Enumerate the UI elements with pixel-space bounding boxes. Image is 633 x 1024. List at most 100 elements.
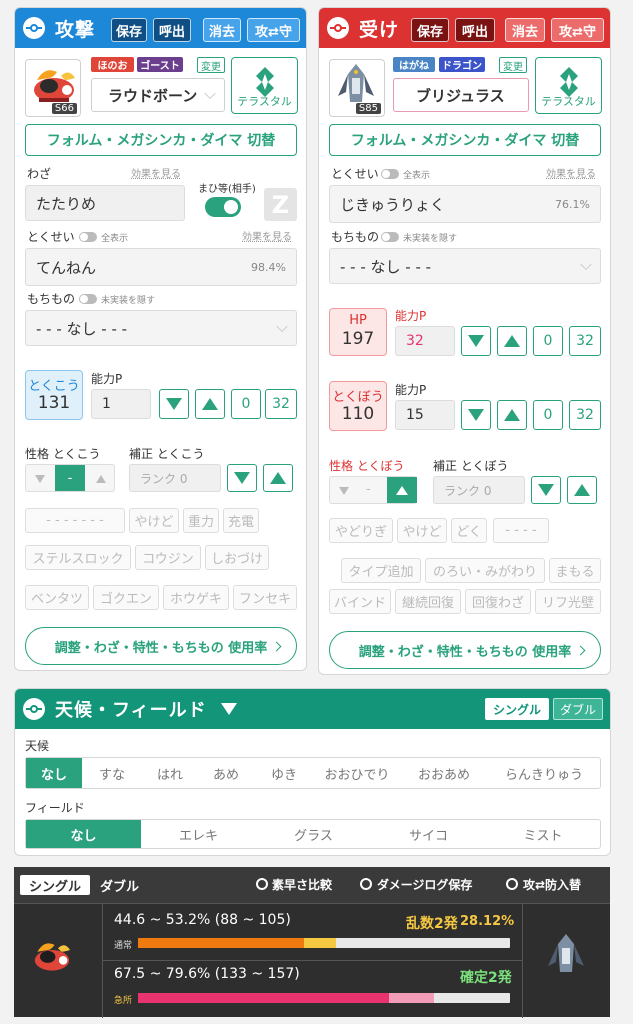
field-tab-misty[interactable]: ミスト — [486, 820, 600, 848]
attack-ev-decrease-button[interactable] — [159, 389, 189, 419]
weather-tab-heavy-rain[interactable]: おおあめ — [406, 758, 482, 788]
result-tab-single[interactable]: シングル — [20, 875, 90, 895]
defense-forme-button[interactable]: フォルム・メガシンカ・ダイマ 切替 — [329, 124, 601, 156]
defense-chip-heal-move[interactable]: 回復わざ — [465, 589, 531, 614]
attack-move-field[interactable]: たたりめ — [25, 185, 185, 221]
field-tab-electric[interactable]: エレキ — [141, 820, 256, 848]
attack-nature-mid[interactable]: - — [55, 465, 85, 491]
attack-chip-bentatsu[interactable]: ベンタツ — [25, 585, 89, 610]
attack-sprite[interactable]: S66 — [25, 59, 81, 117]
defense-ability-effect-link[interactable]: 効果を見る — [546, 165, 596, 180]
field-tab-grassy[interactable]: グラス — [256, 820, 371, 848]
attack-chip-hougeki[interactable]: ホウゲキ — [163, 585, 229, 610]
attack-item-select[interactable]: - - - なし - - - — [25, 310, 297, 346]
nature-down-icon[interactable] — [35, 475, 45, 483]
weather-double-button[interactable]: ダブル — [553, 698, 603, 720]
attack-rank-decrease-button[interactable] — [227, 464, 257, 492]
weather-tab-sand[interactable]: すな — [84, 758, 140, 788]
attack-ev-zero-button[interactable]: 0 — [231, 389, 261, 419]
attack-forme-button[interactable]: フォルム・メガシンカ・ダイマ 切替 — [25, 124, 297, 156]
defense-load-button[interactable]: 呼出 — [455, 18, 495, 42]
weather-tab-harsh-sun[interactable]: おおひでり — [314, 758, 400, 788]
attack-ev-input[interactable]: 1 — [91, 389, 151, 419]
damage-log-link[interactable]: ダメージログ保存 — [377, 876, 472, 893]
defense-rank-input[interactable]: ランク 0 — [433, 476, 525, 504]
defense-chip-other[interactable]: - - - - — [493, 518, 549, 543]
attack-ev-max-button[interactable]: 32 — [265, 389, 297, 419]
defense-rank-decrease-button[interactable] — [531, 476, 561, 504]
attack-usage-link[interactable]: 調整・わざ・特性・もちもの 使用率 — [25, 627, 297, 665]
defense-chip-screens[interactable]: リフ光壁 — [535, 589, 601, 614]
attack-pokemon-select[interactable]: ラウドボーン — [91, 78, 225, 112]
defense-hp-ev-input[interactable]: 32 — [395, 326, 455, 356]
attack-chip-field[interactable]: - - - - - - - — [25, 508, 125, 533]
attack-chip-shiozuke[interactable]: しおづけ — [205, 545, 269, 570]
defense-ev-max-button[interactable]: 32 — [569, 400, 601, 430]
defense-swap-button[interactable]: 攻⇄守 — [551, 18, 604, 42]
defense-item-select[interactable]: - - - なし - - - — [329, 248, 601, 284]
defense-sprite[interactable]: S85 — [329, 59, 385, 117]
result-tab-double[interactable]: ダブル — [100, 876, 139, 895]
nature-up-icon[interactable] — [96, 475, 106, 483]
defense-clear-button[interactable]: 消去 — [505, 18, 545, 42]
defense-hp-zero-button[interactable]: 0 — [533, 326, 563, 356]
nature-up-icon[interactable] — [387, 477, 417, 503]
weather-tab-rain[interactable]: あめ — [198, 758, 254, 788]
defense-ev-zero-button[interactable]: 0 — [533, 400, 563, 430]
attack-terastal-button[interactable]: テラスタル — [231, 57, 298, 114]
defense-chip-type-add[interactable]: タイプ追加 — [341, 558, 421, 583]
defense-chip-poison[interactable]: どく — [451, 518, 487, 543]
attack-chip-gravity[interactable]: 重力 — [183, 508, 219, 533]
defense-hp-max-button[interactable]: 32 — [569, 326, 601, 356]
defense-ev-decrease-button[interactable] — [461, 400, 491, 430]
defense-ability-field[interactable]: じきゅうりょく 76.1% — [329, 185, 601, 223]
attack-ability-effect-link[interactable]: 効果を見る — [242, 228, 292, 243]
attack-load-button[interactable]: 呼出 — [153, 18, 191, 42]
defense-nature-selector[interactable]: - — [329, 476, 417, 504]
defense-ev-input[interactable]: 15 — [395, 400, 455, 430]
defense-chip-protect[interactable]: まもる — [549, 558, 601, 583]
attack-chip-stealth-rock[interactable]: ステルスロック — [25, 545, 131, 570]
defense-chip-curse-sub[interactable]: のろい・みがわり — [425, 558, 545, 583]
attack-rank-increase-button[interactable] — [263, 464, 293, 492]
paralysis-toggle[interactable] — [205, 197, 241, 217]
attack-save-button[interactable]: 保存 — [111, 18, 147, 42]
attack-ability-field[interactable]: てんねん 98.4% — [25, 248, 297, 286]
defense-chip-leech-seed[interactable]: やどりぎ — [329, 518, 393, 543]
defense-show-all-toggle[interactable] — [381, 169, 399, 179]
defense-pokemon-select[interactable]: ブリジュラス — [393, 78, 529, 112]
attack-chip-burn[interactable]: やけど — [129, 508, 179, 533]
attack-chip-charge[interactable]: 充電 — [223, 508, 259, 533]
defense-change-button[interactable]: 変更 — [499, 57, 527, 73]
attack-hide-unimpl-toggle[interactable] — [79, 294, 97, 304]
field-tab-none[interactable]: なし — [26, 820, 141, 848]
defense-chip-bind[interactable]: バインド — [329, 589, 391, 614]
attack-chip-funseki[interactable]: フンセキ — [233, 585, 297, 610]
attack-chip-koujin[interactable]: コウジン — [135, 545, 201, 570]
swap-roles-link[interactable]: 攻⇄防入替 — [523, 876, 581, 893]
attack-show-all-toggle[interactable] — [79, 232, 97, 242]
weather-tab-snow[interactable]: ゆき — [256, 758, 312, 788]
attack-rank-input[interactable]: ランク 0 — [129, 464, 221, 492]
weather-tab-none[interactable]: なし — [26, 758, 82, 788]
z-move-button[interactable]: Z — [264, 188, 297, 221]
defense-usage-link[interactable]: 調整・わざ・特性・もちもの 使用率 — [329, 631, 601, 669]
defense-nature-mid[interactable]: - — [366, 482, 371, 497]
attack-change-button[interactable]: 変更 — [197, 57, 225, 73]
defense-rank-increase-button[interactable] — [567, 476, 597, 504]
defense-save-button[interactable]: 保存 — [411, 18, 449, 42]
defense-terastal-button[interactable]: テラスタル — [535, 57, 602, 114]
attack-move-effect-link[interactable]: 効果を見る — [131, 165, 181, 180]
defense-hide-unimpl-toggle[interactable] — [381, 232, 399, 242]
nature-down-icon[interactable] — [339, 487, 349, 495]
speed-compare-link[interactable]: 素早さ比較 — [272, 876, 332, 893]
attack-chip-gokuen[interactable]: ゴクエン — [93, 585, 159, 610]
defense-chip-burn[interactable]: やけど — [397, 518, 447, 543]
field-tab-psychic[interactable]: サイコ — [371, 820, 486, 848]
defense-chip-regen[interactable]: 継続回復 — [395, 589, 461, 614]
weather-single-button[interactable]: シングル — [485, 698, 549, 720]
defense-hp-decrease-button[interactable] — [461, 326, 491, 356]
weather-tab-strong-winds[interactable]: らんきりゅう — [488, 758, 600, 788]
attack-ev-increase-button[interactable] — [195, 389, 225, 419]
attack-swap-button[interactable]: 攻⇄守 — [247, 18, 300, 42]
